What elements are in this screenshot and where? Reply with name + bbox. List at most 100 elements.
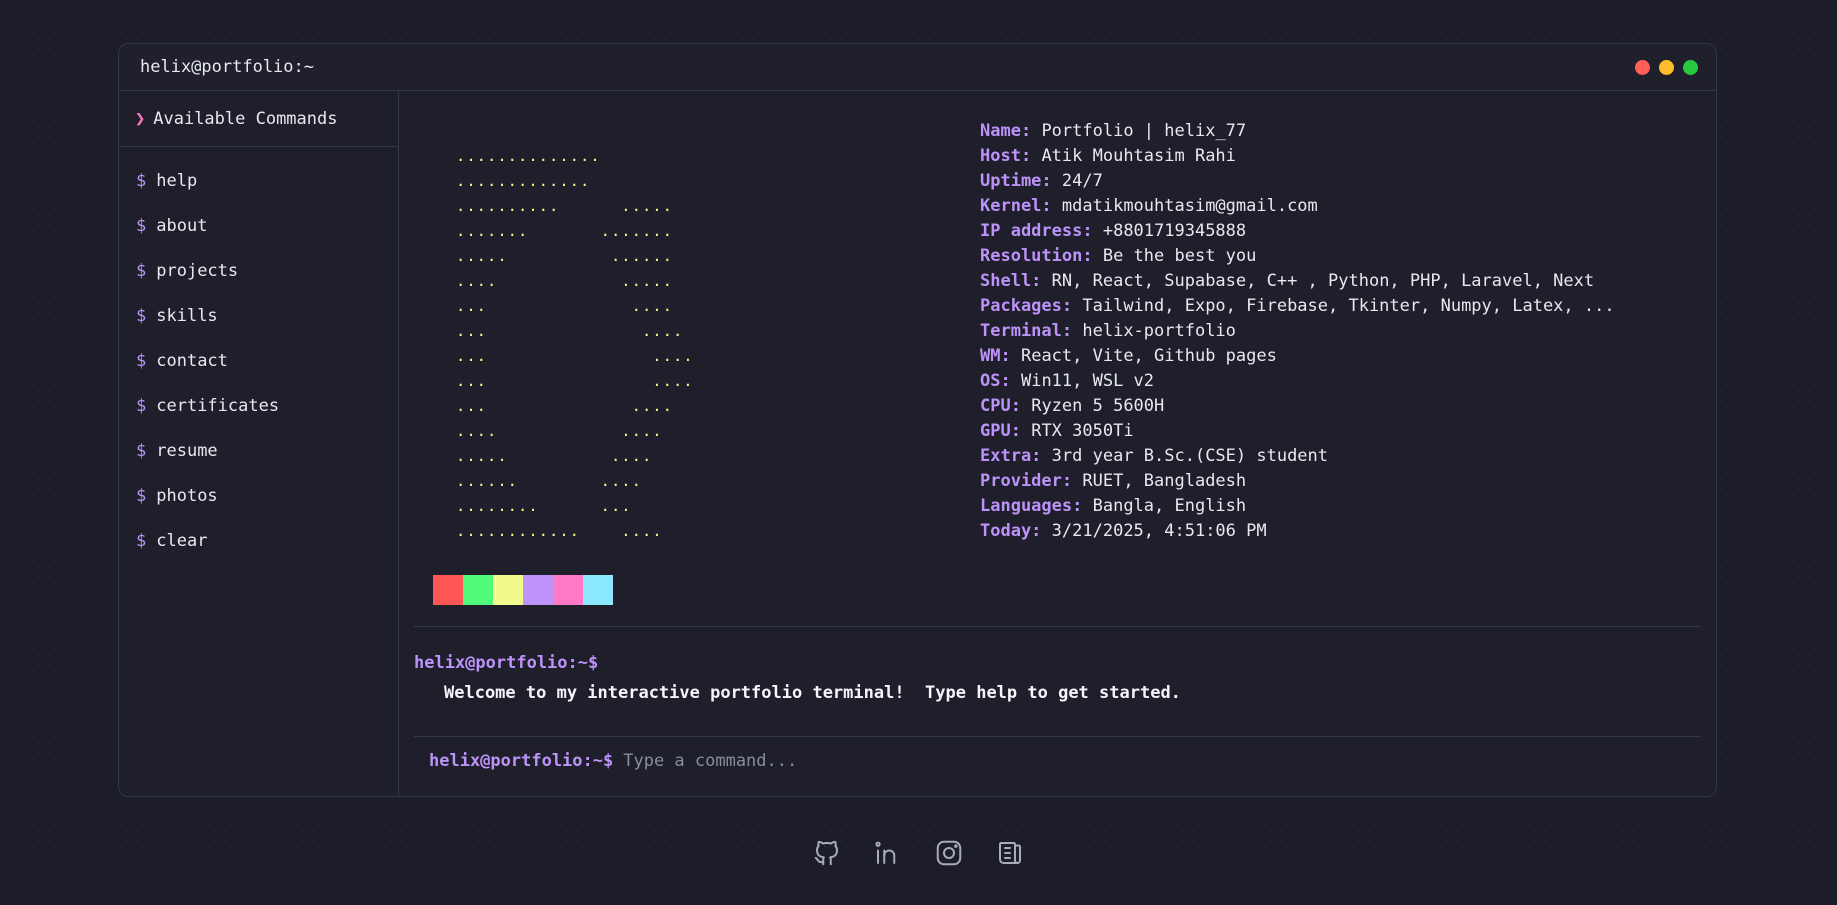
dollar-prompt: $: [136, 485, 147, 506]
command-input[interactable]: [623, 751, 1701, 771]
ascii-line: ....... .......: [456, 222, 673, 240]
sidebar-header: ❯ Available Commands: [119, 91, 398, 147]
terminal-output: ........................... .......... ..…: [399, 91, 1716, 796]
dollar-prompt: $: [136, 530, 147, 551]
sidebar-command-projects[interactable]: $ projects: [119, 248, 398, 293]
linkedin-icon: [875, 841, 896, 864]
info-key: Resolution:: [980, 246, 1093, 266]
ascii-line: ... ....: [456, 297, 673, 315]
sidebar-command-certificates[interactable]: $ certificates: [119, 383, 398, 428]
window-controls: [1635, 59, 1698, 75]
info-key: GPU:: [980, 421, 1021, 441]
ascii-art-logo: ........................... .......... ..…: [456, 144, 694, 544]
minimize-button[interactable]: [1659, 59, 1674, 75]
dollar-prompt: $: [136, 350, 147, 371]
info-row: Shell: RN, React, Supabase, C++ , Python…: [980, 269, 1615, 294]
divider: [414, 626, 1701, 627]
ascii-line: ... ....: [456, 347, 694, 365]
color-palette: [433, 575, 613, 605]
info-row: Name: Portfolio | helix_77: [980, 119, 1615, 144]
info-key: Languages:: [980, 496, 1083, 516]
info-key: Terminal:: [980, 321, 1073, 341]
title-bar: helix@portfolio:~: [119, 44, 1716, 91]
blog-link[interactable]: [992, 835, 1028, 871]
info-value: React, Vite, Github pages: [1020, 346, 1277, 366]
sidebar-command-resume[interactable]: $ resume: [119, 428, 398, 473]
ascii-line: ...... ....: [456, 472, 642, 490]
command-list: $ help $ about $ projects $ skills $ contact $ cert…: [119, 147, 398, 563]
info-value: helix-portfolio: [1082, 321, 1236, 341]
ascii-line: ............ ....: [456, 522, 663, 540]
info-row: Packages: Tailwind, Expo, Firebase, Tkin…: [980, 294, 1615, 319]
dollar-prompt: $: [136, 260, 147, 281]
info-value: Win11, WSL v2: [1020, 371, 1155, 391]
info-value: Be the best you: [1102, 246, 1257, 266]
info-row: Uptime: 24/7: [980, 169, 1615, 194]
sidebar: ❯ Available Commands $ help $ about $ project…: [119, 91, 399, 796]
sidebar-command-contact[interactable]: $ contact: [119, 338, 398, 383]
info-key: Today:: [980, 521, 1042, 541]
sidebar-title: Available Commands: [153, 108, 338, 129]
github-link[interactable]: [809, 835, 845, 871]
info-key: OS:: [980, 371, 1011, 391]
chevron-right-icon: ❯: [135, 108, 146, 129]
info-key: Packages:: [980, 296, 1073, 316]
info-row: Kernel: mdatikmouhtasim@gmail.com: [980, 194, 1615, 219]
color-swatch: [493, 575, 523, 605]
ascii-line: ... ....: [456, 397, 673, 415]
command-label: help: [156, 170, 198, 191]
info-value: Ryzen 5 5600H: [1031, 396, 1165, 416]
info-value: mdatikmouhtasim@gmail.com: [1061, 196, 1318, 216]
instagram-link[interactable]: [931, 835, 967, 871]
ascii-line: .... ....: [456, 422, 663, 440]
info-key: Provider:: [980, 471, 1073, 491]
info-value: 3rd year B.Sc.(CSE) student: [1051, 446, 1329, 466]
sidebar-command-clear[interactable]: $ clear: [119, 518, 398, 563]
info-row: Extra: 3rd year B.Sc.(CSE) student: [980, 444, 1615, 469]
info-row: Terminal: helix-portfolio: [980, 319, 1615, 344]
info-value: RUET, Bangladesh: [1082, 471, 1247, 491]
color-swatch: [583, 575, 613, 605]
sidebar-command-skills[interactable]: $ skills: [119, 293, 398, 338]
ascii-line: ..... ....: [456, 447, 653, 465]
close-button[interactable]: [1635, 59, 1650, 75]
info-key: WM:: [980, 346, 1011, 366]
command-label: certificates: [156, 395, 280, 416]
command-label: contact: [156, 350, 228, 371]
ascii-line: ... ....: [456, 322, 684, 340]
system-info: Name: Portfolio | helix_77 Host: Atik Mou…: [980, 119, 1615, 544]
dollar-prompt: $: [136, 395, 147, 416]
info-key: Kernel:: [980, 196, 1052, 216]
color-swatch: [433, 575, 463, 605]
info-key: Extra:: [980, 446, 1042, 466]
command-label: about: [156, 215, 208, 236]
ascii-line: ........ ...: [456, 497, 632, 515]
ascii-line: ..... ......: [456, 247, 673, 265]
info-row: OS: Win11, WSL v2: [980, 369, 1615, 394]
info-value: RN, React, Supabase, C++ , Python, PHP, …: [1051, 271, 1595, 291]
info-value: Tailwind, Expo, Firebase, Tkinter, Numpy…: [1082, 296, 1615, 316]
linkedin-link[interactable]: [870, 835, 906, 871]
command-label: resume: [156, 440, 218, 461]
color-swatch: [553, 575, 583, 605]
sidebar-command-photos[interactable]: $ photos: [119, 473, 398, 518]
terminal-window: helix@portfolio:~ ❯ Available Commands $…: [118, 43, 1717, 797]
ascii-line: ... ....: [456, 372, 694, 390]
command-label: clear: [156, 530, 208, 551]
window-title: helix@portfolio:~: [140, 57, 314, 77]
maximize-button[interactable]: [1683, 59, 1698, 75]
dollar-prompt: $: [136, 440, 147, 461]
sidebar-command-help[interactable]: $ help: [119, 158, 398, 203]
sidebar-command-about[interactable]: $ about: [119, 203, 398, 248]
command-label: skills: [156, 305, 218, 326]
ascii-line: .............: [456, 172, 591, 190]
divider: [414, 736, 1701, 737]
info-row: GPU: RTX 3050Ti: [980, 419, 1615, 444]
welcome-message: Welcome to my interactive portfolio term…: [444, 683, 1181, 703]
info-row: Today: 3/21/2025, 4:51:06 PM: [980, 519, 1615, 544]
info-key: Uptime:: [980, 171, 1052, 191]
blog-icon: [999, 842, 1021, 864]
dollar-prompt: $: [136, 215, 147, 236]
ascii-line: .......... .....: [456, 197, 673, 215]
info-row: WM: React, Vite, Github pages: [980, 344, 1615, 369]
